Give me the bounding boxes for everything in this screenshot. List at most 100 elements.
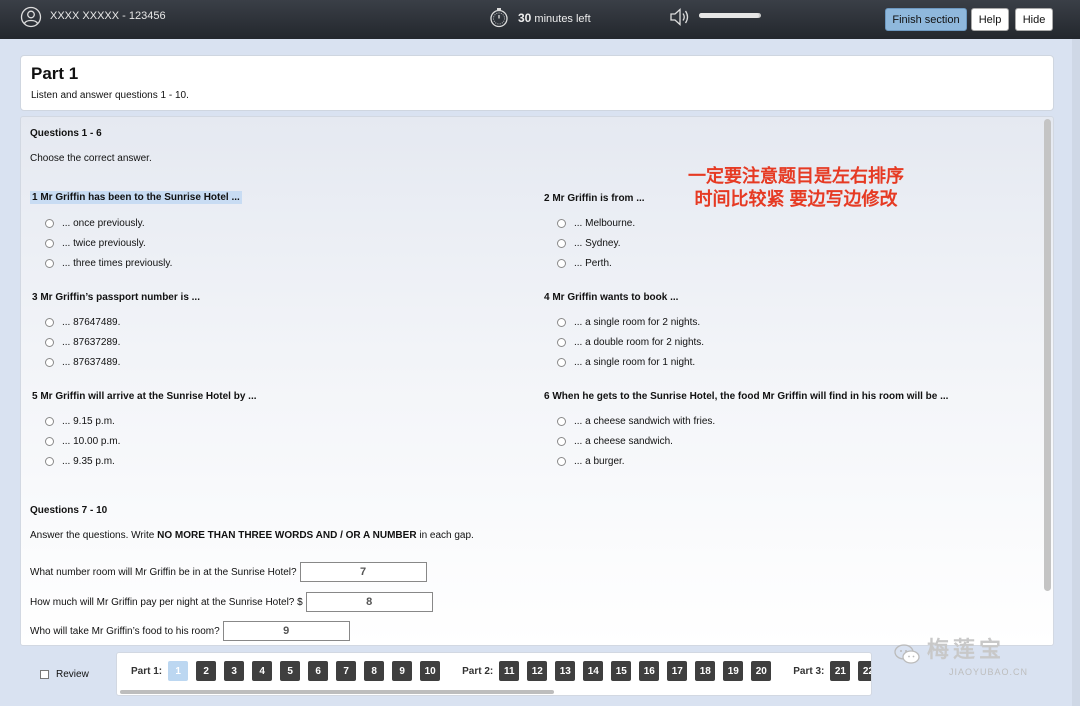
option-3a[interactable]: ... 87647489.: [45, 317, 120, 328]
question-6: 6 When he gets to the Sunrise Hotel, the…: [544, 391, 949, 402]
option-label: ... Melbourne.: [574, 218, 636, 229]
radio-button[interactable]: [45, 457, 54, 466]
option-3b[interactable]: ... 87637289.: [45, 337, 120, 348]
part-2-label[interactable]: Part 2:: [462, 666, 493, 677]
radio-button[interactable]: [45, 239, 54, 248]
option-4a[interactable]: ... a single room for 2 nights.: [557, 317, 700, 328]
section-heading-2: Questions 7 - 10: [30, 505, 108, 516]
annotation-line-1: 一定要注意题目是左右排序: [688, 166, 904, 186]
question-nav-button-18[interactable]: 18: [695, 661, 716, 681]
radio-button[interactable]: [557, 338, 566, 347]
question-nav-button-4[interactable]: 4: [252, 661, 273, 681]
answer-input-7[interactable]: 7: [299, 562, 427, 582]
question-1: 1 Mr Griffin has been to the Sunrise Hot…: [30, 191, 242, 204]
option-4c[interactable]: ... a single room for 1 night.: [557, 357, 695, 368]
option-label: ... once previously.: [62, 218, 145, 229]
question-nav-button-11[interactable]: 11: [499, 661, 520, 681]
question-nav-button-8[interactable]: 8: [364, 661, 385, 681]
option-1c[interactable]: ... three times previously.: [45, 258, 172, 269]
radio-button[interactable]: [45, 358, 54, 367]
option-label: ... Perth.: [574, 258, 612, 269]
volume-icon[interactable]: [668, 6, 692, 28]
part-3-label[interactable]: Part 3:: [793, 666, 824, 677]
question-nav-button-21[interactable]: 21: [830, 661, 851, 681]
option-label: ... Sydney.: [574, 238, 621, 249]
question-nav-button-14[interactable]: 14: [583, 661, 604, 681]
option-6b[interactable]: ... a cheese sandwich.: [557, 436, 673, 447]
review-checkbox[interactable]: [40, 670, 49, 679]
question-nav-button-7[interactable]: 7: [336, 661, 357, 681]
option-6a[interactable]: ... a cheese sandwich with fries.: [557, 416, 715, 427]
volume-slider[interactable]: [699, 13, 761, 18]
question-nav-button-16[interactable]: 16: [639, 661, 660, 681]
answer-input-8[interactable]: 8: [305, 592, 433, 612]
instruction-text: in each gap.: [416, 530, 474, 541]
section-heading: Questions 1 - 6: [30, 128, 102, 139]
question-nav-button-5[interactable]: 5: [280, 661, 301, 681]
hide-button[interactable]: Hide: [1015, 8, 1053, 31]
question-nav-button-22[interactable]: 22: [858, 661, 871, 681]
radio-button[interactable]: [557, 239, 566, 248]
option-4b[interactable]: ... a double room for 2 nights.: [557, 337, 704, 348]
radio-button[interactable]: [45, 417, 54, 426]
radio-button[interactable]: [557, 457, 566, 466]
radio-button[interactable]: [557, 219, 566, 228]
option-3c[interactable]: ... 87637489.: [45, 357, 120, 368]
radio-button[interactable]: [557, 358, 566, 367]
question-nav-button-20[interactable]: 20: [751, 661, 772, 681]
instruction-emphasis: NO MORE THAN THREE WORDS AND / OR A NUMB…: [157, 530, 417, 541]
radio-button[interactable]: [45, 338, 54, 347]
review-checkbox-row[interactable]: Review: [40, 669, 89, 680]
radio-button[interactable]: [557, 259, 566, 268]
red-annotation: 一定要注意题目是左右排序 时间比较紧 要边写边修改: [676, 165, 916, 211]
part-instruction: Listen and answer questions 1 - 10.: [31, 90, 189, 101]
part-1-label[interactable]: Part 1:: [131, 666, 162, 677]
option-1b[interactable]: ... twice previously.: [45, 238, 146, 249]
option-2c[interactable]: ... Perth.: [557, 258, 612, 269]
question-nav-button-9[interactable]: 9: [392, 661, 413, 681]
question-nav-button-13[interactable]: 13: [555, 661, 576, 681]
section-instruction-2: Answer the questions. Write NO MORE THAN…: [30, 530, 474, 541]
question-nav-button-17[interactable]: 17: [667, 661, 688, 681]
question-2: 2 Mr Griffin is from ...: [544, 193, 645, 204]
radio-button[interactable]: [557, 417, 566, 426]
question-nav-button-3[interactable]: 3: [224, 661, 245, 681]
radio-button[interactable]: [45, 219, 54, 228]
option-6c[interactable]: ... a burger.: [557, 456, 625, 467]
gap-question-8: How much will Mr Griffin pay per night a…: [30, 592, 433, 612]
watermark: 梅莲宝 JIAOYUBAO.CN: [893, 632, 1028, 677]
option-5a[interactable]: ... 9.15 p.m.: [45, 416, 115, 427]
finish-section-button[interactable]: Finish section: [885, 8, 967, 31]
option-2b[interactable]: ... Sydney.: [557, 238, 621, 249]
option-5c[interactable]: ... 9.35 p.m.: [45, 456, 115, 467]
option-label: ... twice previously.: [62, 238, 146, 249]
question-nav-button-2[interactable]: 2: [196, 661, 217, 681]
answer-input-9[interactable]: 9: [222, 621, 350, 641]
question-nav-button-12[interactable]: 12: [527, 661, 548, 681]
question-4: 4 Mr Griffin wants to book ...: [544, 292, 679, 303]
option-label: ... 9.35 p.m.: [62, 456, 115, 467]
question-nav-button-10[interactable]: 10: [420, 661, 441, 681]
option-2a[interactable]: ... Melbourne.: [557, 218, 635, 229]
option-label: ... a single room for 1 night.: [574, 357, 696, 368]
radio-button[interactable]: [45, 318, 54, 327]
question-3: 3 Mr Griffin’s passport number is ...: [32, 292, 200, 303]
question-nav-button-6[interactable]: 6: [308, 661, 329, 681]
review-label: Review: [56, 669, 89, 680]
option-5b[interactable]: ... 10.00 p.m.: [45, 436, 120, 447]
help-button[interactable]: Help: [971, 8, 1009, 31]
gap-question-7: What number room will Mr Griffin be in a…: [30, 562, 427, 582]
question-nav-button-1[interactable]: 1: [168, 661, 189, 681]
navigator-scrollbar[interactable]: [120, 690, 554, 694]
window-edge: [1072, 39, 1080, 706]
question-nav-button-15[interactable]: 15: [611, 661, 632, 681]
option-label: ... a cheese sandwich.: [574, 436, 673, 447]
radio-button[interactable]: [557, 437, 566, 446]
radio-button[interactable]: [557, 318, 566, 327]
scrollbar[interactable]: [1044, 119, 1051, 591]
radio-button[interactable]: [45, 437, 54, 446]
question-nav-button-19[interactable]: 19: [723, 661, 744, 681]
option-1a[interactable]: ... once previously.: [45, 218, 145, 229]
radio-button[interactable]: [45, 259, 54, 268]
timer-suffix: minutes left: [531, 13, 591, 25]
